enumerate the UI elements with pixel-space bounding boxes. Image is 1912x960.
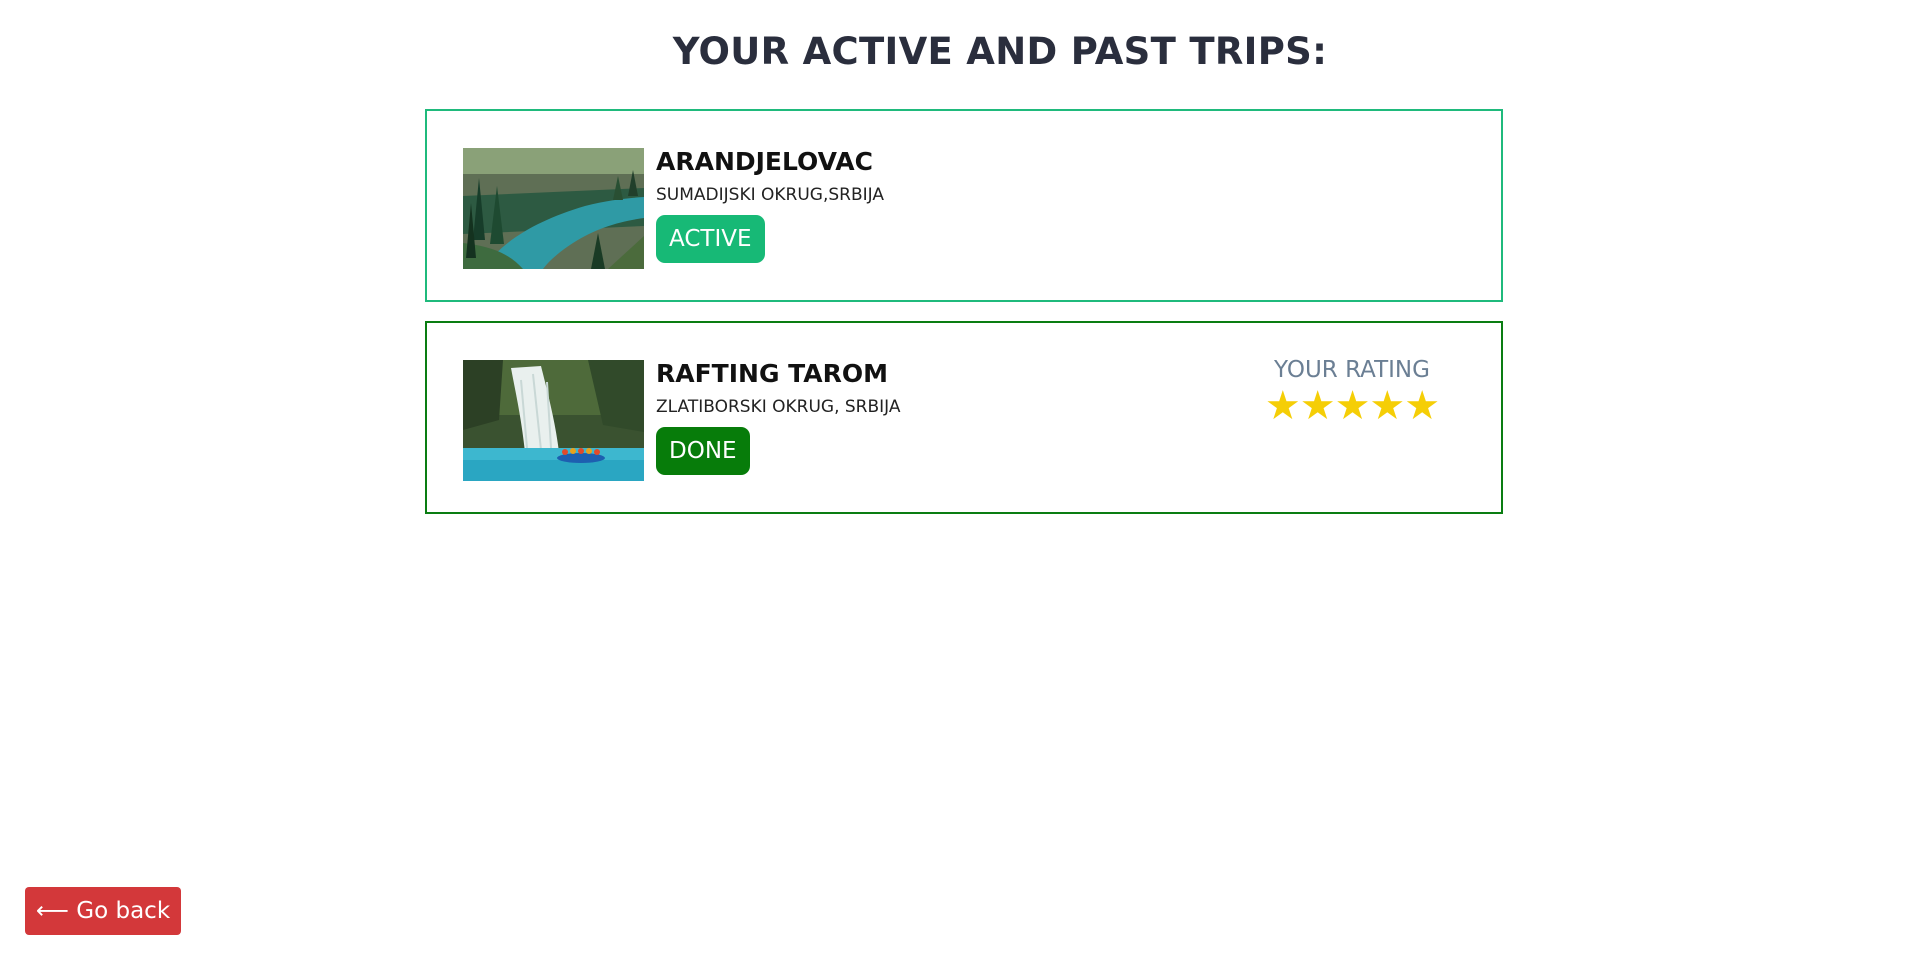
star-icon: ★ bbox=[1299, 383, 1336, 429]
rating-block: YOUR RATING ★★★★★ bbox=[1247, 357, 1457, 427]
star-icon: ★ bbox=[1404, 383, 1440, 429]
trip-location: SUMADIJSKI OKRUG,SRBIJA bbox=[656, 185, 884, 205]
trip-thumbnail-waterfall bbox=[463, 360, 644, 481]
star-icon: ★ bbox=[1334, 383, 1371, 429]
rating-label: YOUR RATING bbox=[1274, 357, 1430, 383]
status-badge-active: ACTIVE bbox=[656, 215, 765, 263]
trips-page: YOUR ACTIVE AND PAST TRIPS: ARANDJELOVAC… bbox=[0, 0, 1912, 960]
trip-title: RAFTING TAROM bbox=[656, 359, 889, 388]
status-badge-done: DONE bbox=[656, 427, 750, 475]
star-icon: ★ bbox=[1264, 383, 1301, 429]
trip-title: ARANDJELOVAC bbox=[656, 147, 873, 176]
go-back-button[interactable]: ⟵ Go back bbox=[25, 887, 182, 935]
star-icon: ★ bbox=[1369, 383, 1405, 429]
trip-thumbnail-lake bbox=[463, 148, 644, 269]
star-rating: ★★★★★ bbox=[1247, 385, 1457, 427]
waterfall-rafting-photo bbox=[463, 360, 644, 481]
lake-forest-photo bbox=[463, 148, 644, 269]
page-title: YOUR ACTIVE AND PAST TRIPS: bbox=[672, 30, 1328, 73]
trip-location: ZLATIBORSKI OKRUG, SRBIJA bbox=[656, 397, 901, 417]
trip-card-rafting-tarom: RAFTING TAROM ZLATIBORSKI OKRUG, SRBIJA … bbox=[425, 321, 1503, 514]
trip-card-arandjelovac: ARANDJELOVAC SUMADIJSKI OKRUG,SRBIJA ACT… bbox=[425, 109, 1503, 302]
